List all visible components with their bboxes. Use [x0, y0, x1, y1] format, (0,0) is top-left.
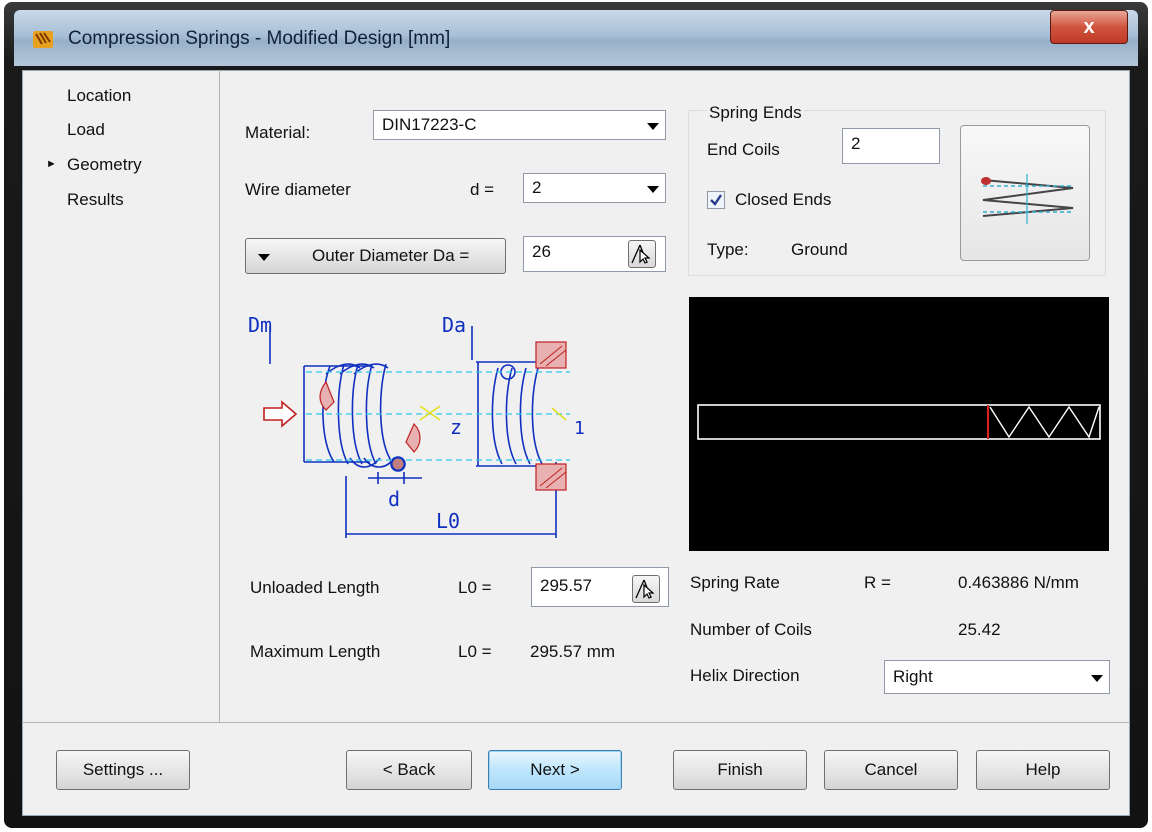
end-coils-label: End Coils: [707, 140, 780, 159]
wire-diameter-select[interactable]: 2: [523, 173, 666, 203]
type-label: Type:: [707, 240, 749, 259]
spring-end-icon: [981, 174, 1074, 224]
wire-diameter-value: 2: [532, 178, 542, 197]
app-icon: [33, 31, 53, 48]
spring-rate-label: Spring Rate: [690, 573, 780, 592]
spring-diagram: Dm Da d z L0 1: [248, 313, 585, 538]
chevron-down-icon: [647, 186, 659, 193]
nav-item-load[interactable]: Load: [67, 120, 105, 140]
diameter-mode-dropdown[interactable]: Outer Diameter Da =: [245, 238, 506, 274]
footer-divider: [22, 722, 1130, 723]
end-coils-input[interactable]: 2: [842, 128, 940, 164]
chevron-down-icon: [647, 123, 659, 130]
helix-direction-value: Right: [893, 667, 933, 686]
back-button[interactable]: < Back: [346, 750, 472, 790]
chevron-down-icon: [1091, 675, 1103, 682]
unloaded-length-value: 295.57: [540, 576, 592, 595]
spring-ends-image-button[interactable]: [960, 125, 1090, 261]
outer-diameter-value: 26: [532, 242, 551, 261]
wire-diameter-symbol: d =: [470, 180, 495, 199]
wire-diameter-label: Wire diameter: [245, 180, 351, 199]
diameter-mode-label: Outer Diameter Da =: [312, 246, 470, 265]
nav-item-location[interactable]: Location: [67, 86, 131, 106]
maximum-length-label: Maximum Length: [250, 642, 381, 661]
z-label: z: [450, 415, 462, 439]
finish-button[interactable]: Finish: [673, 750, 807, 790]
end-coils-value: 2: [851, 134, 861, 153]
maximum-length-value: 295.57 mm: [530, 642, 616, 661]
material-label: Material:: [245, 123, 311, 142]
d-label: d: [388, 487, 400, 511]
closed-ends-checkbox[interactable]: [707, 191, 725, 209]
number-of-coils-value: 25.42: [958, 620, 1001, 639]
material-select[interactable]: DIN17223-C: [373, 110, 666, 140]
number-of-coils-label: Number of Coils: [690, 620, 812, 639]
unloaded-length-label: Unloaded Length: [250, 578, 380, 597]
pick-length-button[interactable]: [632, 575, 660, 603]
material-value: DIN17223-C: [382, 115, 477, 134]
da-label: Da: [442, 313, 466, 337]
spring-preview-canvas: [689, 297, 1109, 551]
cancel-button[interactable]: Cancel: [824, 750, 958, 790]
help-button[interactable]: Help: [976, 750, 1110, 790]
pointer-pick-icon: [635, 579, 655, 599]
nav-item-geometry[interactable]: Geometry: [67, 155, 142, 175]
checkmark-icon: [710, 194, 722, 206]
type-value: Ground: [791, 240, 848, 259]
dm-label: Dm: [248, 313, 272, 337]
next-button[interactable]: Next >: [488, 750, 622, 790]
chevron-down-icon: [258, 254, 270, 261]
current-step-arrow-icon: ►: [46, 158, 57, 170]
spring-rate-symbol: R =: [864, 573, 891, 592]
maximum-length-symbol: L0 =: [458, 642, 492, 661]
settings-button[interactable]: Settings ...: [56, 750, 190, 790]
unloaded-length-symbol: L0 =: [458, 578, 492, 597]
helix-direction-label: Helix Direction: [690, 666, 800, 685]
l0-diagram-label: L0: [436, 509, 460, 533]
nav-item-results[interactable]: Results: [67, 190, 124, 210]
close-button[interactable]: x: [1050, 10, 1128, 44]
pointer-pick-icon: [631, 244, 651, 264]
one-label: 1: [574, 418, 585, 439]
spring-ends-title: Spring Ends: [707, 103, 804, 123]
pick-diameter-button[interactable]: [628, 240, 656, 268]
spring-rate-value: 0.463886 N/mm: [958, 573, 1079, 592]
spring-preview-drawing: [697, 404, 1101, 440]
helix-direction-select[interactable]: Right: [884, 660, 1110, 694]
closed-ends-label: Closed Ends: [735, 190, 832, 209]
window-title: Compression Springs - Modified Design [m…: [68, 28, 451, 49]
